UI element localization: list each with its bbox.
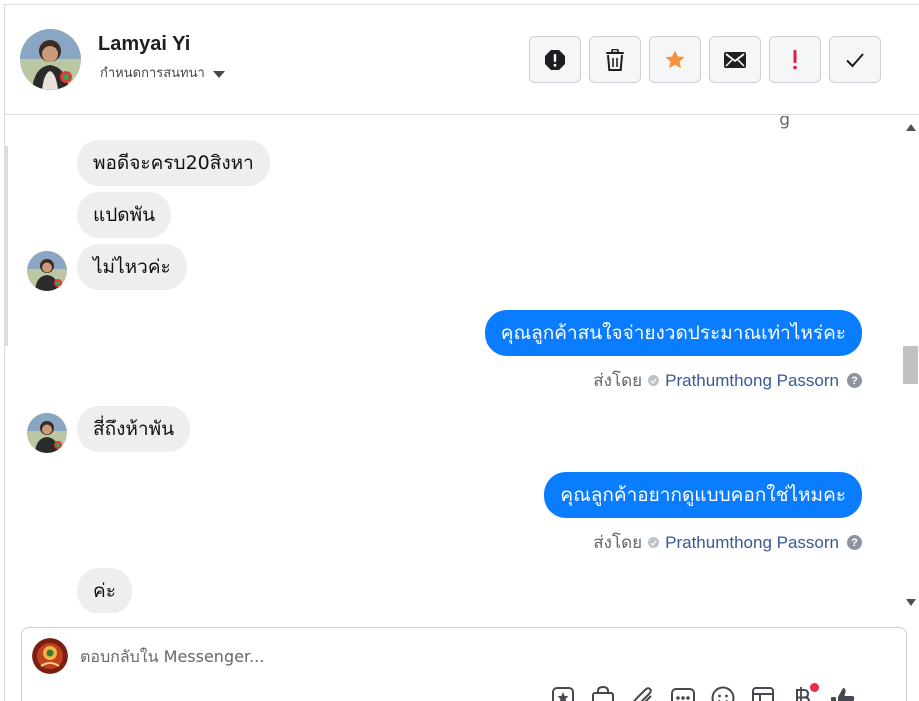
more-options-button[interactable] [670, 686, 696, 701]
incoming-message[interactable]: ไม่ไหวค่ะ [77, 244, 187, 290]
contact-avatar[interactable] [20, 29, 81, 90]
trash-icon [606, 48, 624, 71]
conversation-header: Lamyai Yi กำหนดการสนทนา [5, 5, 919, 115]
agent-name-link[interactable]: Prathumthong Passorn [665, 533, 839, 553]
ellipsis-box-icon [671, 688, 695, 701]
saved-replies-button[interactable] [550, 686, 576, 701]
thread-edge [5, 146, 8, 346]
help-icon[interactable]: ? [847, 373, 862, 388]
attach-button[interactable] [630, 686, 656, 701]
thread-scrollbar[interactable] [900, 116, 919, 613]
star-icon [665, 49, 685, 68]
assign-conversation-dropdown[interactable]: กำหนดการสนทนา [100, 62, 225, 83]
mark-unread-button[interactable] [709, 36, 761, 83]
outgoing-message[interactable]: คุณลูกค้าสนใจจ่ายงวดประมาณเท่าไหร่คะ [484, 310, 862, 356]
contact-avatar-small[interactable] [27, 413, 67, 453]
conversation-panel: Lamyai Yi กำหนดการสนทนา g พอดีจะครบ20สิง… [4, 4, 919, 701]
spam-button[interactable] [529, 36, 581, 83]
outgoing-message[interactable]: คุณลูกค้าอยากดูแบบคอกใช่ไหมคะ [544, 472, 862, 518]
like-button[interactable] [830, 686, 856, 701]
envelope-icon [724, 51, 746, 68]
emoji-button[interactable] [710, 686, 736, 701]
paperclip-icon [633, 687, 652, 701]
smiley-icon [711, 686, 735, 701]
caret-down-icon [212, 70, 225, 78]
contact-avatar-small[interactable] [27, 251, 67, 291]
reply-input[interactable] [80, 642, 680, 670]
assign-label: กำหนดการสนทนา [100, 66, 205, 81]
exclamation-icon [793, 49, 797, 69]
thumbs-up-icon [831, 688, 855, 701]
checkmark-icon [846, 52, 864, 67]
clipped-text: g [779, 116, 790, 130]
scroll-up-arrow-icon[interactable] [906, 124, 916, 131]
composer-tools [550, 683, 856, 701]
notification-dot [810, 683, 819, 692]
message-thread[interactable]: g พอดีจะครบ20สิงหา แปดพัน ไม่ไหวค่ะ คุณล… [5, 116, 919, 613]
sent-by-line: ส่งโดย Prathumthong Passorn ? [593, 529, 862, 556]
calendar-layout-icon [752, 687, 774, 701]
reply-composer [21, 627, 907, 701]
template-button[interactable] [750, 686, 776, 701]
agent-name-link[interactable]: Prathumthong Passorn [665, 371, 839, 391]
incoming-message[interactable]: สี่ถึงห้าพัน [77, 406, 191, 452]
star-button[interactable] [649, 36, 701, 83]
page-avatar [32, 638, 68, 674]
check-circle-icon [648, 537, 660, 548]
alert-octagon-icon [545, 49, 565, 70]
done-button[interactable] [829, 36, 881, 83]
bookmark-star-icon [552, 687, 574, 701]
scrollbar-thumb[interactable] [903, 346, 918, 384]
shopping-bag-icon [592, 686, 614, 701]
incoming-message[interactable]: พอดีจะครบ20สิงหา [77, 140, 270, 186]
help-icon[interactable]: ? [847, 535, 862, 550]
sent-by-label: ส่งโดย [593, 371, 643, 391]
incoming-message[interactable]: ค่ะ [77, 568, 132, 613]
shop-button[interactable] [590, 686, 616, 701]
sent-by-label: ส่งโดย [593, 533, 643, 553]
delete-button[interactable] [589, 36, 641, 83]
conversation-toolbar [529, 36, 881, 83]
follow-up-button[interactable] [769, 36, 821, 83]
contact-name[interactable]: Lamyai Yi [98, 33, 190, 56]
sent-by-line: ส่งโดย Prathumthong Passorn ? [593, 367, 862, 394]
incoming-message[interactable]: แปดพัน [77, 192, 172, 238]
payment-button[interactable] [790, 683, 819, 701]
scroll-down-arrow-icon[interactable] [906, 599, 916, 606]
check-circle-icon [648, 375, 660, 386]
